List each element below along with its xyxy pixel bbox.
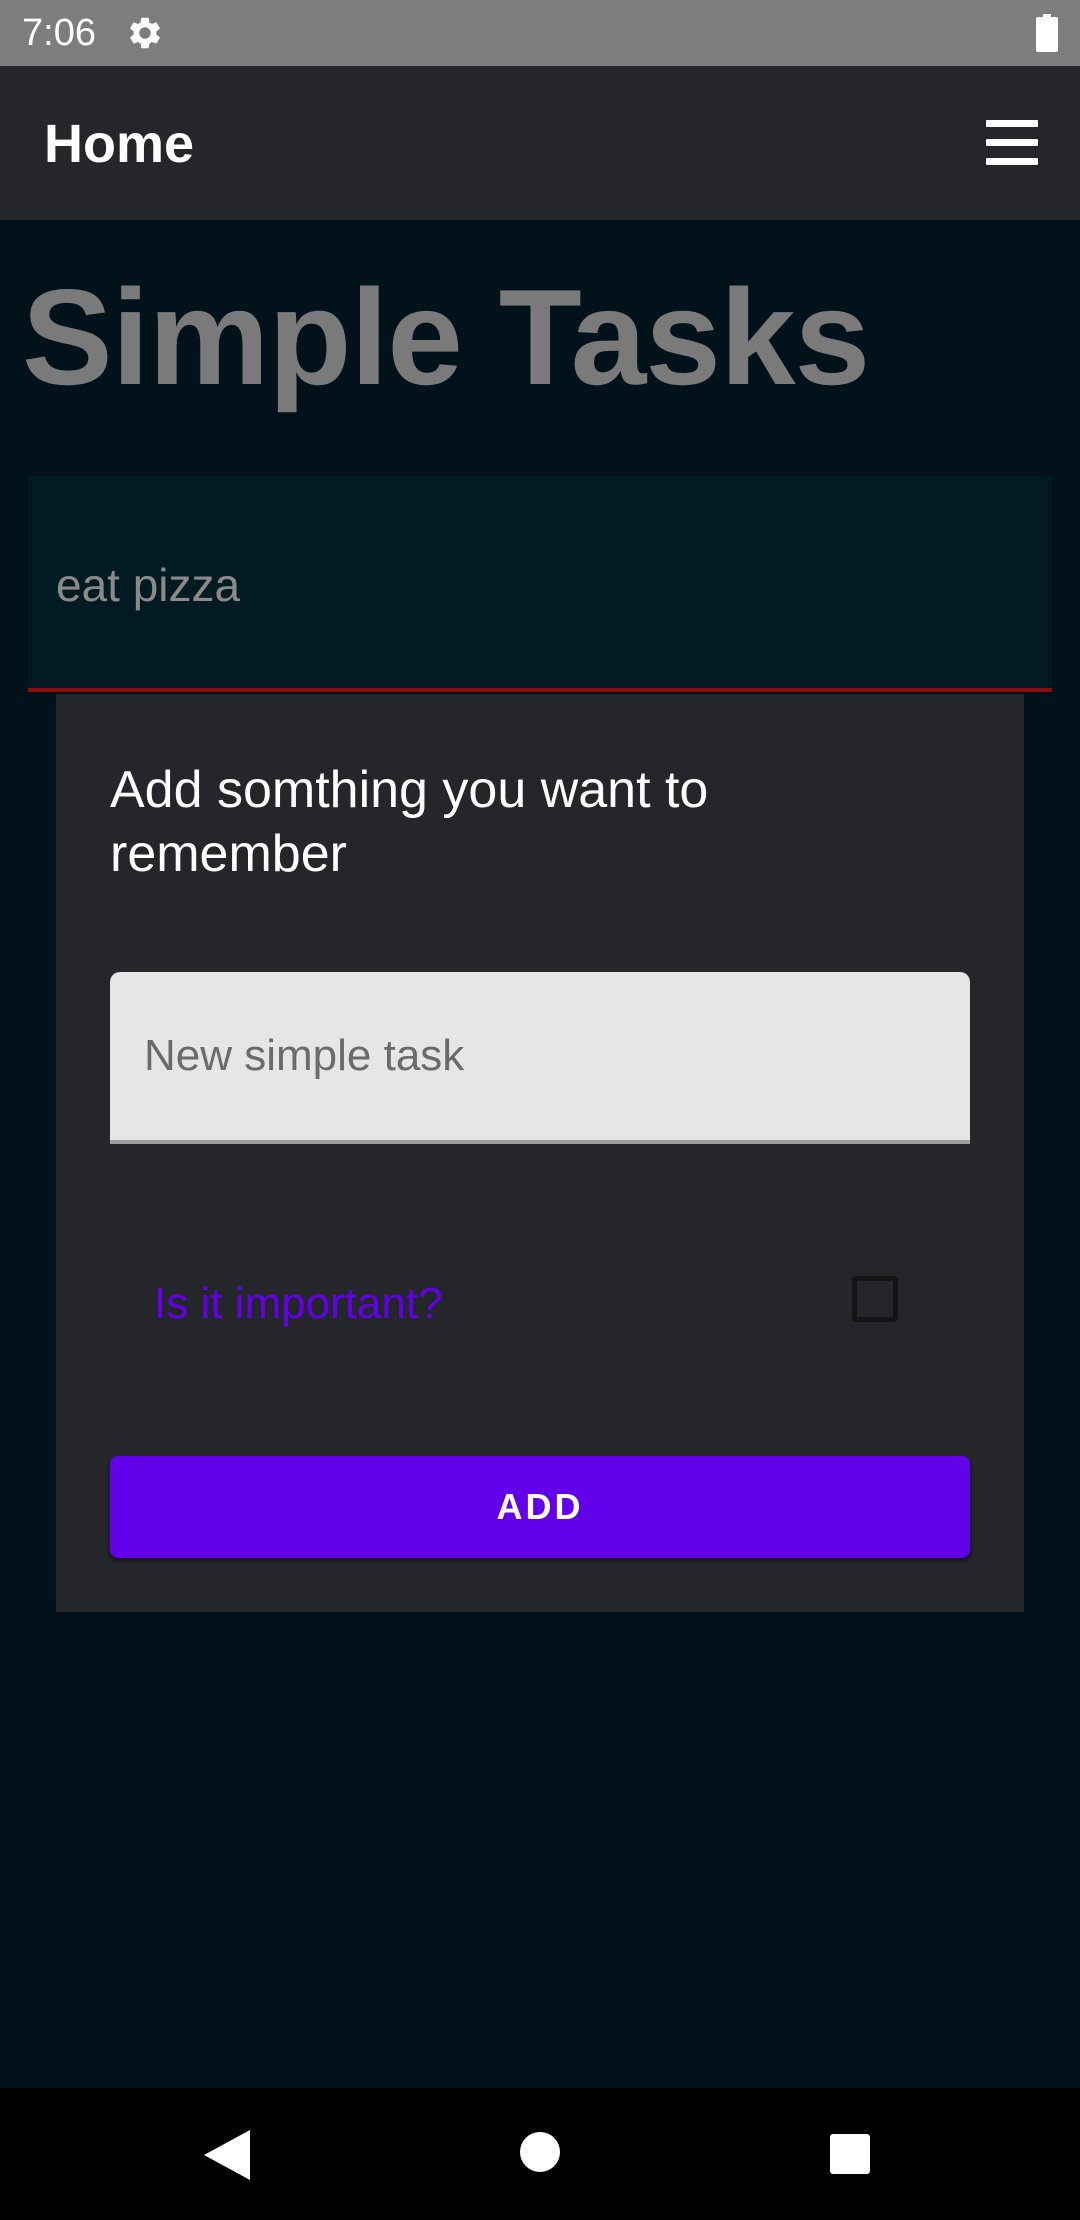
recents-square-icon[interactable] (830, 2134, 870, 2174)
add-task-dialog: Add somthing you want to remember Is it … (56, 694, 1024, 1612)
status-time: 7:06 (22, 12, 96, 54)
add-button[interactable]: ADD (110, 1456, 970, 1558)
task-list-item[interactable]: eat pizza (28, 476, 1052, 692)
back-triangle-icon[interactable] (204, 2130, 250, 2180)
important-label[interactable]: Is it important? (154, 1278, 443, 1330)
task-item-text: eat pizza (56, 559, 241, 611)
new-task-input[interactable] (110, 972, 970, 1144)
gear-icon (130, 17, 160, 49)
battery-icon (1036, 14, 1058, 52)
hamburger-menu-icon[interactable] (986, 120, 1038, 166)
dialog-title: Add somthing you want to remember (110, 761, 709, 883)
app-bar: Home (0, 66, 1080, 220)
status-bar: 7:06 (0, 0, 1080, 66)
important-checkbox[interactable] (852, 1276, 898, 1322)
home-circle-icon[interactable] (520, 2132, 560, 2172)
system-nav-bar (0, 2088, 1080, 2220)
app-bar-title: Home (44, 114, 195, 174)
app-screen: 7:06 Home Simple Tasks eat pizza Add som… (0, 0, 1080, 2220)
page-title: Simple Tasks (22, 261, 870, 413)
